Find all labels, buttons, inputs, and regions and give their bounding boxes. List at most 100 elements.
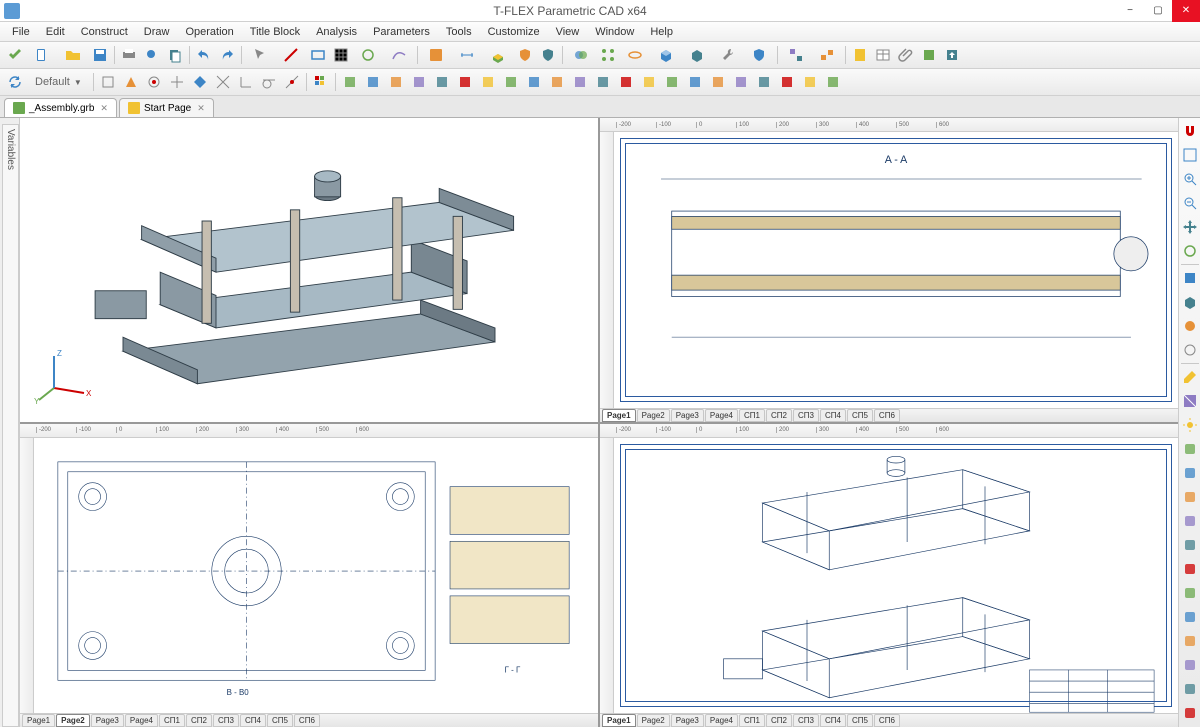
viewport-3d[interactable]: X Y Z (20, 118, 598, 422)
menu-help[interactable]: Help (642, 24, 681, 40)
page-tab[interactable]: СП1 (739, 409, 765, 422)
snap-int-icon[interactable] (212, 71, 234, 93)
boolean-icon[interactable] (566, 44, 596, 66)
doc-tab-start[interactable]: Start Page ✕ (119, 98, 214, 117)
page-tab[interactable]: СП6 (294, 714, 320, 727)
wrench-icon[interactable] (713, 44, 743, 66)
wire-icon[interactable] (1179, 339, 1200, 361)
tool-icon[interactable] (707, 71, 729, 93)
tool-icon[interactable] (523, 71, 545, 93)
pattern-icon[interactable] (597, 44, 619, 66)
page-tab[interactable]: Page2 (56, 714, 90, 727)
minimize-button[interactable]: − (1116, 0, 1144, 22)
tool-icon[interactable] (385, 71, 407, 93)
page-tab[interactable]: Page2 (637, 409, 670, 422)
tool-icon[interactable] (753, 71, 775, 93)
tool-icon[interactable] (500, 71, 522, 93)
page-tab[interactable]: СП4 (240, 714, 266, 727)
tool-icon[interactable] (1179, 630, 1200, 652)
dimension-icon[interactable] (452, 44, 482, 66)
pan-icon[interactable] (1179, 216, 1200, 238)
rotate-icon[interactable] (1179, 240, 1200, 262)
tool-icon[interactable] (615, 71, 637, 93)
page-tab[interactable]: Page1 (602, 409, 636, 422)
tool-icon[interactable] (546, 71, 568, 93)
page-tab[interactable]: СП6 (874, 409, 900, 422)
preview-icon[interactable] (141, 44, 163, 66)
redo-icon[interactable] (216, 44, 238, 66)
snap-tan-icon[interactable] (258, 71, 280, 93)
page-tab[interactable]: СП3 (213, 714, 239, 727)
mate-icon[interactable] (812, 44, 842, 66)
extrude-icon[interactable] (483, 44, 513, 66)
tool-icon[interactable] (1179, 702, 1200, 724)
tool-icon[interactable] (661, 71, 683, 93)
menu-title-block[interactable]: Title Block (242, 24, 308, 40)
tool-icon[interactable] (592, 71, 614, 93)
menu-tools[interactable]: Tools (438, 24, 480, 40)
viewport-iso-wire[interactable]: -200-1000100200300400500600 (600, 424, 1178, 727)
menu-window[interactable]: Window (587, 24, 642, 40)
snap-near-icon[interactable] (281, 71, 303, 93)
shield-icon[interactable] (514, 44, 536, 66)
circle-icon[interactable] (353, 44, 383, 66)
new-doc-icon[interactable] (27, 44, 57, 66)
page-tab[interactable]: СП2 (766, 409, 792, 422)
tool-icon[interactable] (362, 71, 384, 93)
color-swatch-icon[interactable] (310, 71, 332, 93)
tab-variables[interactable]: Variables (2, 124, 19, 727)
snap-quad-icon[interactable] (189, 71, 211, 93)
tool-icon[interactable] (339, 71, 361, 93)
save-icon[interactable] (89, 44, 111, 66)
page-tab[interactable]: Page1 (22, 714, 55, 727)
menu-view[interactable]: View (548, 24, 588, 40)
menu-draw[interactable]: Draw (136, 24, 178, 40)
cube-icon[interactable] (651, 44, 681, 66)
note-icon[interactable] (918, 44, 940, 66)
tool-icon[interactable] (684, 71, 706, 93)
tool-icon[interactable] (776, 71, 798, 93)
tool-icon[interactable] (799, 71, 821, 93)
tool-icon[interactable] (431, 71, 453, 93)
shield3-icon[interactable] (744, 44, 774, 66)
shade-icon[interactable] (1179, 315, 1200, 337)
close-tab-icon[interactable]: ✕ (197, 103, 205, 114)
tool-icon[interactable] (454, 71, 476, 93)
layer-selector[interactable]: Default ▼ (27, 76, 90, 88)
menu-analysis[interactable]: Analysis (308, 24, 365, 40)
page-tab[interactable]: СП4 (820, 409, 846, 422)
snap-center-icon[interactable] (143, 71, 165, 93)
tool-icon[interactable] (638, 71, 660, 93)
sheet-icon[interactable] (849, 44, 871, 66)
page-tab[interactable]: СП1 (159, 714, 185, 727)
zoom-fit-icon[interactable] (1179, 144, 1200, 166)
viewport-plan[interactable]: -200-1000100200300400500600 (20, 424, 598, 727)
undo-icon[interactable] (193, 44, 215, 66)
tool-icon[interactable] (1179, 606, 1200, 628)
shield2-icon[interactable] (537, 44, 559, 66)
page-tab[interactable]: Page4 (705, 409, 738, 422)
snap-perp-icon[interactable] (235, 71, 257, 93)
tool-icon[interactable] (822, 71, 844, 93)
menu-customize[interactable]: Customize (480, 24, 548, 40)
menu-operation[interactable]: Operation (177, 24, 241, 40)
zoom-in-icon[interactable] (1179, 168, 1200, 190)
measure-icon[interactable] (1179, 366, 1200, 388)
sketch-icon[interactable] (421, 44, 451, 66)
tool-icon[interactable] (1179, 462, 1200, 484)
tool-icon[interactable] (1179, 486, 1200, 508)
close-button[interactable]: ✕ (1172, 0, 1200, 22)
line-icon[interactable] (276, 44, 306, 66)
menu-edit[interactable]: Edit (38, 24, 73, 40)
tool-icon[interactable] (1179, 510, 1200, 532)
page-tab[interactable]: Page4 (125, 714, 158, 727)
revolve-icon[interactable] (620, 44, 650, 66)
rect-icon[interactable] (307, 44, 329, 66)
table-icon[interactable] (872, 44, 894, 66)
tool-icon[interactable] (408, 71, 430, 93)
viewport-section[interactable]: -200-1000100200300400500600 A - A for(le… (600, 118, 1178, 422)
light-icon[interactable] (1179, 414, 1200, 436)
snap-node-icon[interactable] (166, 71, 188, 93)
menu-file[interactable]: File (4, 24, 38, 40)
tool-icon[interactable] (1179, 534, 1200, 556)
